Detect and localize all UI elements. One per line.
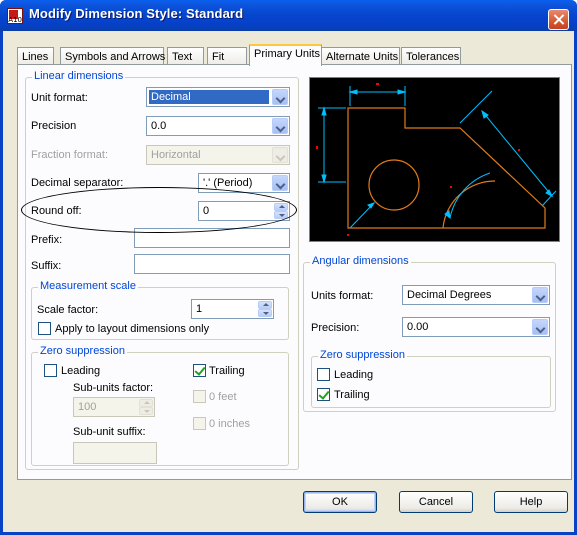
angular-trailing-label: Trailing xyxy=(334,389,370,401)
spin-up-icon[interactable] xyxy=(274,203,288,211)
chevron-down-icon[interactable] xyxy=(272,147,288,163)
spin-down-icon[interactable] xyxy=(139,407,153,415)
angular-units-format-dropdown[interactable]: Decimal Degrees xyxy=(402,285,550,305)
zero-feet-label: 0 feet xyxy=(209,391,237,403)
window-title: Modify Dimension Style: Standard xyxy=(29,6,244,21)
tab-primary-units[interactable]: Primary Units xyxy=(249,44,322,66)
ok-button[interactable]: OK xyxy=(303,491,377,513)
chevron-down-icon[interactable] xyxy=(272,118,288,134)
arrowhead xyxy=(348,89,358,95)
suffix-input[interactable] xyxy=(134,254,290,274)
precision-dropdown[interactable]: 0.0 xyxy=(146,116,290,136)
zero-suppression-linear-label: Zero suppression xyxy=(38,345,127,357)
subunits-factor-value: 100 xyxy=(78,401,97,413)
dim-line-angled xyxy=(481,110,553,197)
scale-factor-value: 1 xyxy=(196,303,203,315)
leading-checkbox[interactable] xyxy=(44,364,57,377)
close-button[interactable] xyxy=(548,9,569,30)
angular-precision-value: 0.00 xyxy=(407,321,429,333)
angular-units-format-label: Units format: xyxy=(311,290,374,302)
measurement-scale-label: Measurement scale xyxy=(38,280,138,292)
layout-only-checkbox[interactable] xyxy=(38,322,51,335)
tab-tolerances[interactable]: Tolerances xyxy=(401,47,461,65)
tab-fit[interactable]: Fit xyxy=(207,47,247,65)
arrowhead xyxy=(545,189,554,198)
dimension-text-mark xyxy=(316,146,318,149)
decimal-separator-label: Decimal separator: xyxy=(31,177,124,189)
dialog-window: A10 Modify Dimension Style: Standard Lin… xyxy=(0,0,577,535)
unit-format-dropdown[interactable]: Decimal xyxy=(146,87,290,107)
tab-symbols-and-arrows[interactable]: Symbols and Arrows xyxy=(60,47,165,65)
arrowhead xyxy=(397,89,407,95)
autocad-app-icon: A10 xyxy=(7,8,23,24)
part-arc xyxy=(442,180,496,229)
round-off-label: Round off: xyxy=(31,205,82,217)
angular-leading-checkbox[interactable] xyxy=(317,368,330,381)
arrowhead xyxy=(321,106,327,116)
zero-suppression-angular-label: Zero suppression xyxy=(318,349,407,361)
round-off-value: 0 xyxy=(203,205,210,217)
trailing-checkbox[interactable] xyxy=(193,364,206,377)
chevron-down-icon[interactable] xyxy=(272,175,288,191)
fraction-format-dropdown[interactable]: Horizontal xyxy=(146,145,290,165)
title-bar[interactable]: A10 Modify Dimension Style: Standard xyxy=(0,0,577,31)
cancel-button[interactable]: Cancel xyxy=(399,491,473,513)
part-outline xyxy=(347,107,546,229)
arrowhead xyxy=(321,174,327,184)
zero-inches-checkbox[interactable] xyxy=(193,417,206,430)
prefix-input[interactable] xyxy=(134,228,290,248)
prefix-label: Prefix: xyxy=(31,234,63,246)
angular-units-format-value: Decimal Degrees xyxy=(407,289,492,301)
dimension-text-mark xyxy=(518,149,520,151)
help-button[interactable]: Help xyxy=(494,491,568,513)
spin-up-icon[interactable] xyxy=(139,399,153,407)
fraction-format-label: Fraction format: xyxy=(31,149,109,161)
scale-factor-stepper[interactable]: 1 xyxy=(191,299,274,319)
subunits-factor-stepper[interactable]: 100 xyxy=(73,397,155,417)
tab-text[interactable]: Text xyxy=(167,47,204,65)
spin-up-icon[interactable] xyxy=(258,301,272,309)
trailing-label: Trailing xyxy=(209,365,245,377)
angular-dimensions-label: Angular dimensions xyxy=(310,255,411,267)
layout-only-label: Apply to layout dimensions only xyxy=(55,323,210,335)
zero-inches-label: 0 inches xyxy=(209,418,250,430)
round-off-stepper[interactable]: 0 xyxy=(198,201,290,221)
part-circle xyxy=(368,159,420,211)
angular-precision-dropdown[interactable]: 0.00 xyxy=(402,317,550,337)
unit-format-label: Unit format: xyxy=(31,92,88,104)
subunit-suffix-input[interactable] xyxy=(73,442,157,464)
tab-lines[interactable]: Lines xyxy=(17,47,54,65)
unit-format-value: Decimal xyxy=(149,90,269,104)
ext-line xyxy=(459,90,493,124)
dimension-preview xyxy=(309,77,560,242)
angular-dim-arc xyxy=(449,172,491,219)
spin-down-icon[interactable] xyxy=(274,211,288,219)
precision-label: Precision xyxy=(31,120,77,132)
subunit-suffix-label: Sub-unit suffix: xyxy=(73,426,146,438)
fraction-format-value: Horizontal xyxy=(151,149,201,161)
precision-value: 0.0 xyxy=(151,120,167,132)
decimal-separator-value: '.' (Period) xyxy=(203,177,253,189)
scale-factor-label: Scale factor: xyxy=(37,304,99,316)
spin-down-icon[interactable] xyxy=(258,309,272,317)
angular-precision-label: Precision: xyxy=(311,322,360,334)
dimension-text-mark xyxy=(450,186,452,188)
chevron-down-icon[interactable] xyxy=(532,319,548,335)
decimal-separator-dropdown[interactable]: '.' (Period) xyxy=(198,173,290,193)
zero-feet-checkbox[interactable] xyxy=(193,390,206,403)
dimension-text-mark xyxy=(376,83,379,85)
primary-units-panel: Linear dimensions Unit format: Decimal P… xyxy=(17,64,572,480)
angular-leading-label: Leading xyxy=(334,369,374,381)
preview-drawing xyxy=(316,83,557,236)
leading-label: Leading xyxy=(61,365,101,377)
arrowhead xyxy=(367,202,376,209)
subunits-factor-label: Sub-units factor: xyxy=(73,382,154,394)
dimension-text-mark xyxy=(347,234,349,236)
chevron-down-icon[interactable] xyxy=(532,287,548,303)
angular-trailing-checkbox[interactable] xyxy=(317,388,330,401)
tab-alternate-units[interactable]: Alternate Units xyxy=(321,47,400,65)
suffix-label: Suffix: xyxy=(31,260,62,272)
chevron-down-icon[interactable] xyxy=(272,89,288,105)
linear-dimensions-label: Linear dimensions xyxy=(32,70,126,82)
